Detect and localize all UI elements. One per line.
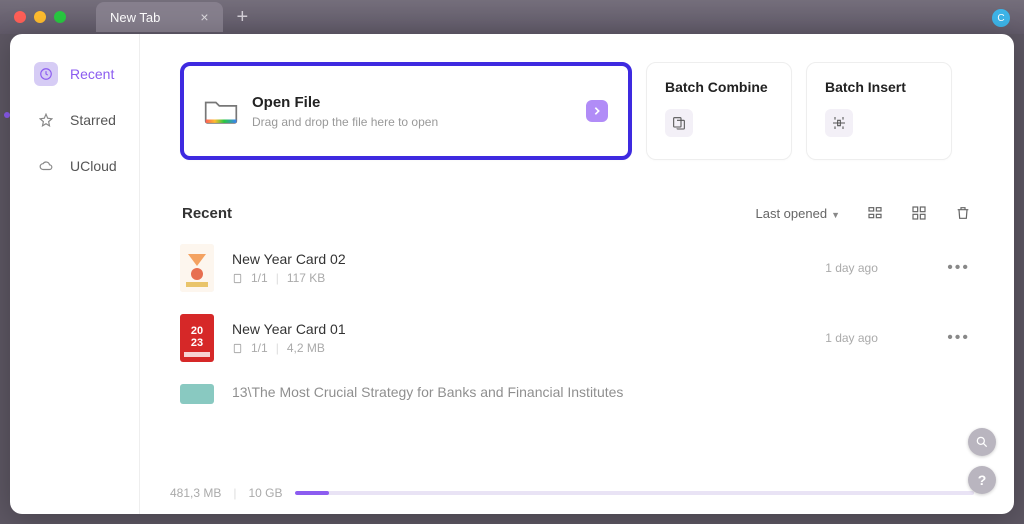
delete-button[interactable] xyxy=(954,204,972,222)
file-pages: 1/1 xyxy=(251,271,268,285)
file-thumbnail xyxy=(180,384,214,404)
insert-icon xyxy=(825,109,853,137)
minimize-window-button[interactable] xyxy=(34,11,46,23)
pages-icon xyxy=(232,343,243,354)
close-tab-icon[interactable]: × xyxy=(200,9,208,25)
storage-total: 10 GB xyxy=(249,486,283,500)
batch-combine-card[interactable]: Batch Combine xyxy=(646,62,792,160)
sidebar-item-label: Recent xyxy=(70,66,114,82)
sidebar-item-label: Starred xyxy=(70,112,116,128)
sort-label: Last opened xyxy=(756,206,828,221)
window-controls[interactable] xyxy=(14,11,66,23)
maximize-window-button[interactable] xyxy=(54,11,66,23)
chevron-down-icon: ▼ xyxy=(831,210,840,220)
open-file-subtitle: Drag and drop the file here to open xyxy=(252,115,572,129)
sidebar-item-recent[interactable]: Recent xyxy=(10,54,139,94)
recent-section-title: Recent xyxy=(182,205,232,222)
close-window-button[interactable] xyxy=(14,11,26,23)
file-thumbnail: 2023 xyxy=(180,314,214,362)
cloud-icon xyxy=(34,154,58,178)
browser-tab[interactable]: New Tab × xyxy=(96,2,223,32)
combine-icon xyxy=(665,109,693,137)
tab-title: New Tab xyxy=(110,10,160,25)
file-row[interactable]: New Year Card 02 1/1 | 117 KB 1 day ago … xyxy=(180,244,974,292)
file-name: 13\The Most Crucial Strategy for Banks a… xyxy=(232,384,974,400)
batch-insert-card[interactable]: Batch Insert xyxy=(806,62,952,160)
search-fab[interactable] xyxy=(968,428,996,456)
storage-progress xyxy=(295,491,974,495)
sidebar-item-ucloud[interactable]: UCloud xyxy=(10,146,139,186)
file-more-button[interactable]: ••• xyxy=(943,329,974,347)
add-tab-button[interactable]: + xyxy=(237,6,249,29)
open-file-title: Open File xyxy=(252,94,572,111)
batch-combine-title: Batch Combine xyxy=(665,79,773,95)
grid-view-button[interactable] xyxy=(910,204,928,222)
file-size: 4,2 MB xyxy=(287,341,325,355)
file-more-button[interactable]: ••• xyxy=(943,259,974,277)
sidebar-item-starred[interactable]: Starred xyxy=(10,100,139,140)
sort-dropdown[interactable]: Last opened▼ xyxy=(756,206,841,221)
pages-icon xyxy=(232,273,243,284)
svg-text:23: 23 xyxy=(191,337,203,349)
open-file-card[interactable]: Open File Drag and drop the file here to… xyxy=(180,62,632,160)
file-name: New Year Card 01 xyxy=(232,321,807,337)
storage-bar: 481,3 MB | 10 GB xyxy=(170,486,974,500)
user-avatar[interactable]: C xyxy=(992,9,1010,27)
batch-insert-title: Batch Insert xyxy=(825,79,933,95)
file-time: 1 day ago xyxy=(825,261,925,275)
file-time: 1 day ago xyxy=(825,331,925,345)
list-view-button[interactable] xyxy=(866,204,884,222)
folder-icon xyxy=(204,97,238,125)
star-icon xyxy=(34,108,58,132)
file-row[interactable]: 2023 New Year Card 01 1/1 | 4,2 MB 1 day… xyxy=(180,314,974,362)
file-thumbnail xyxy=(180,244,214,292)
sidebar: Recent Starred UCloud xyxy=(10,34,140,514)
file-size: 117 KB xyxy=(287,271,325,285)
file-name: New Year Card 02 xyxy=(232,251,807,267)
open-file-go-button[interactable] xyxy=(586,100,608,122)
file-row[interactable]: 13\The Most Crucial Strategy for Banks a… xyxy=(180,384,974,404)
file-pages: 1/1 xyxy=(251,341,268,355)
storage-used: 481,3 MB xyxy=(170,486,221,500)
clock-icon xyxy=(34,62,58,86)
help-fab[interactable]: ? xyxy=(968,466,996,494)
sidebar-item-label: UCloud xyxy=(70,158,117,174)
svg-text:20: 20 xyxy=(191,325,203,337)
